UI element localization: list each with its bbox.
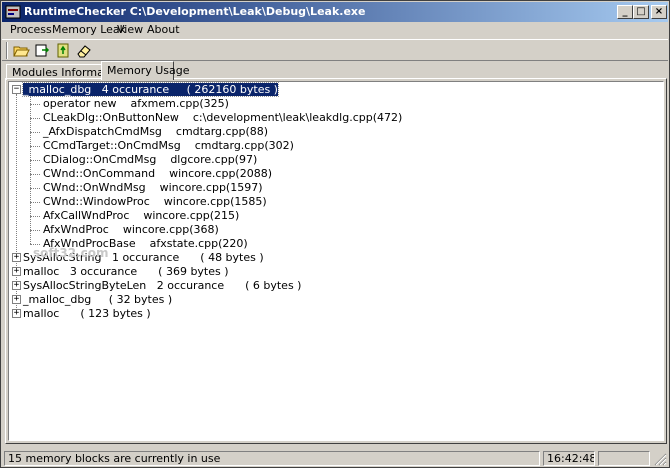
tree-node-label: SysAllocStringByteLen 2 occurance ( 6 by… — [23, 279, 302, 292]
frame-label: operator new afxmem.cpp(325) — [43, 97, 229, 110]
tree-child-frame[interactable]: AfxWndProcBase afxstate.cpp(220) — [43, 237, 248, 251]
expand-icon[interactable]: + — [12, 267, 21, 276]
tree-connector — [30, 188, 40, 189]
expand-icon[interactable]: + — [12, 253, 21, 262]
collapse-icon[interactable]: − — [12, 85, 21, 94]
close-button[interactable]: × — [651, 5, 667, 19]
frame-label: CDialog::OnCmdMsg dlgcore.cpp(97) — [43, 153, 258, 166]
tree-connector — [30, 97, 31, 244]
tree-child-frame[interactable]: CWnd::OnCommand wincore.cpp(2088) — [43, 167, 272, 181]
window-title: RuntimeChecker C:\Development\Leak\Debug… — [24, 5, 366, 18]
tree-connector — [30, 202, 40, 203]
frame-label: CLeakDlg::OnButtonNew c:\development\lea… — [43, 111, 403, 124]
expand-icon[interactable]: + — [12, 309, 21, 318]
tree-connector — [30, 146, 40, 147]
tree-connector — [30, 230, 40, 231]
expand-icon[interactable]: + — [12, 295, 21, 304]
tree-connector — [30, 132, 40, 133]
tab-memory-usage[interactable]: Memory Usage — [101, 61, 190, 80]
frame-label: _AfxDispatchCmdMsg cmdtarg.cpp(88) — [43, 125, 269, 138]
tree-child-frame[interactable]: CLeakDlg::OnButtonNew c:\development\lea… — [43, 111, 402, 125]
tab-panel: _malloc_dbg 4 occurance ( 262160 bytes )… — [5, 78, 667, 444]
refresh-icon[interactable] — [53, 42, 73, 59]
tree-connector — [30, 118, 40, 119]
tree-child-frame[interactable]: _AfxDispatchCmdMsg cmdtarg.cpp(88) — [43, 125, 268, 139]
tree-connector — [30, 216, 40, 217]
frame-label: CWnd::OnWndMsg wincore.cpp(1597) — [43, 181, 263, 194]
tree-node[interactable]: malloc 3 occurance ( 369 bytes ) — [23, 265, 229, 279]
tree-child-frame[interactable]: CDialog::OnCmdMsg dlgcore.cpp(97) — [43, 153, 257, 167]
app-icon — [5, 4, 21, 20]
tree-connector — [30, 160, 40, 161]
maximize-button[interactable]: □ — [633, 5, 649, 19]
tree-node-label: _malloc_dbg 4 occurance ( 262160 bytes ) — [22, 82, 279, 97]
tree-child-frame[interactable]: operator new afxmem.cpp(325) — [43, 97, 229, 111]
minimize-button[interactable]: _ — [617, 5, 633, 19]
open-folder-icon[interactable] — [11, 42, 31, 59]
tree-child-frame[interactable]: CWnd::WindowProc wincore.cpp(1585) — [43, 195, 267, 209]
app-window: RuntimeChecker C:\Development\Leak\Debug… — [0, 0, 670, 468]
status-extra — [598, 451, 650, 466]
frame-label: CWnd::OnCommand wincore.cpp(2088) — [43, 167, 273, 180]
eraser-icon[interactable] — [74, 42, 94, 59]
memory-tree-view[interactable]: _malloc_dbg 4 occurance ( 262160 bytes )… — [8, 81, 664, 441]
tree-child-frame[interactable]: CCmdTarget::OnCmdMsg cmdtarg.cpp(302) — [43, 139, 294, 153]
resize-grip[interactable] — [654, 453, 667, 466]
export-icon[interactable] — [32, 42, 52, 59]
tree-child-frame[interactable]: AfxWndProc wincore.cpp(368) — [43, 223, 219, 237]
status-bar: 15 memory blocks are currently in use 16… — [2, 449, 668, 467]
toolbar — [2, 39, 668, 61]
frame-label: AfxCallWndProc wincore.cpp(215) — [43, 209, 240, 222]
tree-node-root[interactable]: _malloc_dbg 4 occurance ( 262160 bytes ) — [22, 82, 279, 97]
frame-label: AfxWndProcBase afxstate.cpp(220) — [43, 237, 248, 250]
tree-node-label: malloc ( 123 bytes ) — [23, 307, 151, 320]
tree-node-label: malloc 3 occurance ( 369 bytes ) — [23, 265, 229, 278]
tree-child-frame[interactable]: CWnd::OnWndMsg wincore.cpp(1597) — [43, 181, 263, 195]
status-message: 15 memory blocks are currently in use — [4, 451, 540, 466]
menu-process[interactable]: Process — [8, 23, 54, 37]
tree-node-label: SysAllocString 1 occurance ( 48 bytes ) — [23, 251, 264, 264]
status-time: 16:42:48 — [543, 451, 595, 466]
expand-icon[interactable]: + — [12, 281, 21, 290]
menu-bar: Process Memory Leak View About — [2, 22, 668, 38]
menu-view[interactable]: View — [115, 23, 145, 37]
tree-connector — [30, 104, 40, 105]
tree-connector — [30, 244, 40, 245]
tree-node-label: _malloc_dbg ( 32 bytes ) — [23, 293, 173, 306]
frame-label: CWnd::WindowProc wincore.cpp(1585) — [43, 195, 267, 208]
tree-child-frame[interactable]: AfxCallWndProc wincore.cpp(215) — [43, 209, 239, 223]
tree-node[interactable]: _malloc_dbg ( 32 bytes ) — [23, 293, 172, 307]
title-bar[interactable]: RuntimeChecker C:\Development\Leak\Debug… — [2, 2, 668, 22]
tree-connector — [30, 174, 40, 175]
tree-node[interactable]: SysAllocString 1 occurance ( 48 bytes ) — [23, 251, 264, 265]
toolbar-separator — [6, 42, 8, 59]
frame-label: AfxWndProc wincore.cpp(368) — [43, 223, 219, 236]
tree-node[interactable]: SysAllocStringByteLen 2 occurance ( 6 by… — [23, 279, 301, 293]
tree-node[interactable]: malloc ( 123 bytes ) — [23, 307, 151, 321]
frame-label: CCmdTarget::OnCmdMsg cmdtarg.cpp(302) — [43, 139, 294, 152]
menu-about[interactable]: About — [145, 23, 182, 37]
